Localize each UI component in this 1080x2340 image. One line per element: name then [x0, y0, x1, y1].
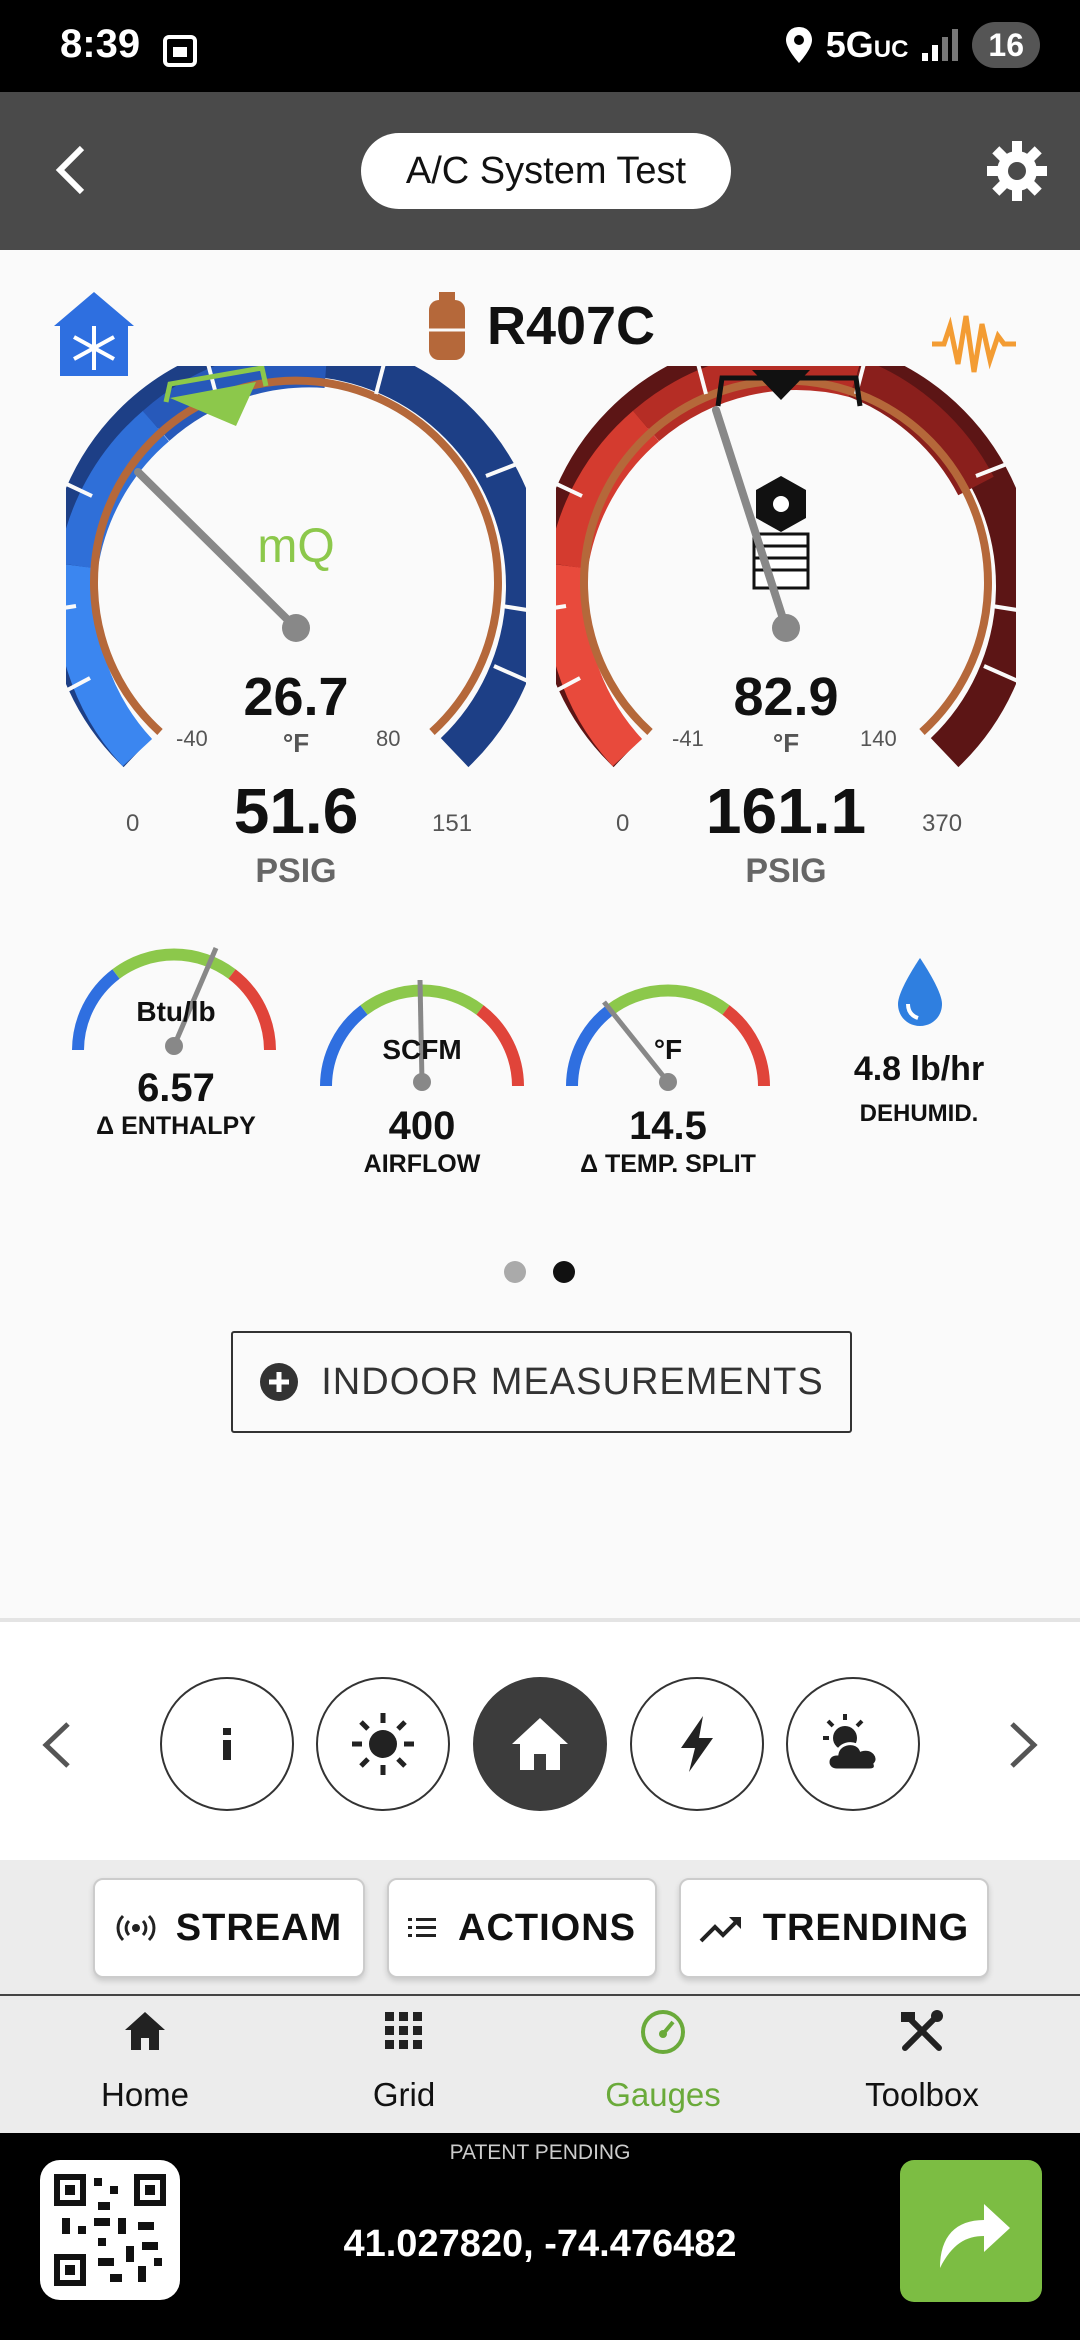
mode-home-button[interactable] [473, 1677, 607, 1811]
enthalpy-unit: Btu/lb [136, 996, 216, 1027]
signal-icon [922, 29, 959, 61]
lightning-icon [681, 1716, 713, 1772]
status-time: 8:39 [60, 22, 141, 66]
gauge-icon [641, 2010, 685, 2054]
grid-icon [385, 2012, 422, 2049]
qr-code-icon [54, 2174, 166, 2286]
water-drop-icon [898, 958, 942, 1026]
network-sub: UC [873, 36, 909, 63]
nav-home-label: Home [100, 2076, 190, 2113]
actions-label: ACTIONS [458, 1906, 636, 1949]
sensor-probe-icon [752, 476, 810, 590]
add-circle-icon [260, 1363, 299, 1401]
discharge-pressure-value: 161.1 [705, 775, 867, 847]
mode-info-button[interactable] [160, 1677, 294, 1811]
dehumid-value: 4.8 lb/hr [853, 1050, 985, 1088]
nav-gauges-active[interactable]: Gauges [563, 2006, 763, 2126]
indoor-measurements-button[interactable]: INDOOR MEASUREMENTS [231, 1331, 852, 1433]
page-title: A/C System Test [361, 133, 731, 209]
network-type: 5G [825, 24, 874, 65]
discharge-temp-unit: °F [772, 728, 800, 758]
discharge-temp-min: -41 [672, 726, 704, 751]
carousel-prev-icon[interactable] [38, 1720, 74, 1770]
trending-label: TRENDING [762, 1906, 970, 1949]
location-icon [785, 27, 812, 63]
nav-home[interactable]: Home [45, 2006, 245, 2126]
back-icon[interactable] [50, 142, 90, 198]
list-icon [408, 1918, 436, 1937]
status-right: 5GUC 16 [784, 22, 1040, 68]
airflow-label: AIRFLOW [363, 1150, 481, 1178]
trending-up-icon [699, 1917, 741, 1943]
home-icon [512, 1718, 568, 1770]
nav-toolbox[interactable]: Toolbox [822, 2006, 1022, 2126]
mode-weather-button[interactable] [786, 1677, 920, 1811]
home-icon [125, 2012, 165, 2050]
suction-temp-unit: °F [282, 728, 310, 758]
discharge-pressure-min: 0 [616, 810, 630, 837]
share-arrow-icon [940, 2204, 1010, 2268]
enthalpy-label: Δ ENTHALPY [96, 1112, 256, 1140]
weather-icon [823, 1714, 879, 1772]
app-header: A/C System Test [0, 92, 1080, 250]
temp-split-value: 14.5 [629, 1104, 707, 1148]
gps-footer: PATENT PENDING 41.027820, -74.476482 [0, 2133, 1080, 2340]
suction-temp-value: 26.7 [243, 667, 349, 727]
indoor-measurements-label: INDOOR MEASUREMENTS [321, 1360, 824, 1403]
refrigerant-tank-icon [428, 292, 465, 360]
page-dot-2-active[interactable] [553, 1261, 575, 1283]
discharge-temp-value: 82.9 [733, 667, 839, 727]
broadcast-icon [116, 1914, 156, 1942]
discharge-pressure-unit: PSIG [745, 852, 827, 890]
discharge-pressure-max: 370 [922, 810, 963, 837]
mode-electrical-button[interactable] [630, 1677, 764, 1811]
mq-brand-logo: mQ [257, 520, 334, 573]
suction-pressure-value: 51.6 [233, 775, 359, 847]
gps-coordinates: 41.027820, -74.476482 [343, 2223, 737, 2265]
nav-gauges-label: Gauges [605, 2076, 721, 2113]
suction-pressure-unit: PSIG [255, 852, 337, 890]
trending-button[interactable]: TRENDING [679, 1878, 989, 1978]
toolbox-icon [901, 2010, 943, 2051]
info-icon [223, 1728, 231, 1760]
airflow-value: 400 [388, 1104, 456, 1148]
temp-split-unit: °F [653, 1034, 683, 1065]
status-bar: 8:39 5GUC 16 [0, 0, 1080, 92]
dehumid-label: DEHUMID. [859, 1100, 979, 1127]
share-button[interactable] [900, 2160, 1042, 2302]
stream-button[interactable]: STREAM [93, 1878, 365, 1978]
screenshot-icon [163, 35, 197, 67]
actions-button[interactable]: ACTIONS [387, 1878, 657, 1978]
refrigerant-header[interactable]: R407C [0, 290, 1080, 362]
suction-pressure-min: 0 [126, 810, 140, 837]
enthalpy-value: 6.57 [137, 1066, 215, 1110]
mode-sun-button[interactable] [316, 1677, 450, 1811]
battery-indicator: 16 [972, 22, 1040, 68]
nav-grid-label: Grid [372, 2076, 436, 2113]
suction-temp-min: -40 [176, 726, 208, 751]
stream-label: STREAM [175, 1906, 343, 1949]
page-dot-1[interactable] [504, 1261, 526, 1283]
refrigerant-type: R407C [486, 296, 656, 356]
nav-grid[interactable]: Grid [304, 2006, 504, 2126]
temp-split-label: Δ TEMP. SPLIT [580, 1150, 756, 1178]
suction-pressure-max: 151 [432, 810, 473, 837]
carousel-next-icon[interactable] [1006, 1720, 1042, 1770]
qr-code-button[interactable] [40, 2160, 180, 2300]
sun-icon [352, 1713, 414, 1775]
settings-gear-icon[interactable] [985, 139, 1049, 203]
suction-temp-max: 80 [376, 726, 401, 751]
airflow-unit: SCFM [382, 1034, 462, 1065]
nav-toolbox-label: Toolbox [865, 2076, 979, 2113]
discharge-temp-max: 140 [860, 726, 897, 751]
